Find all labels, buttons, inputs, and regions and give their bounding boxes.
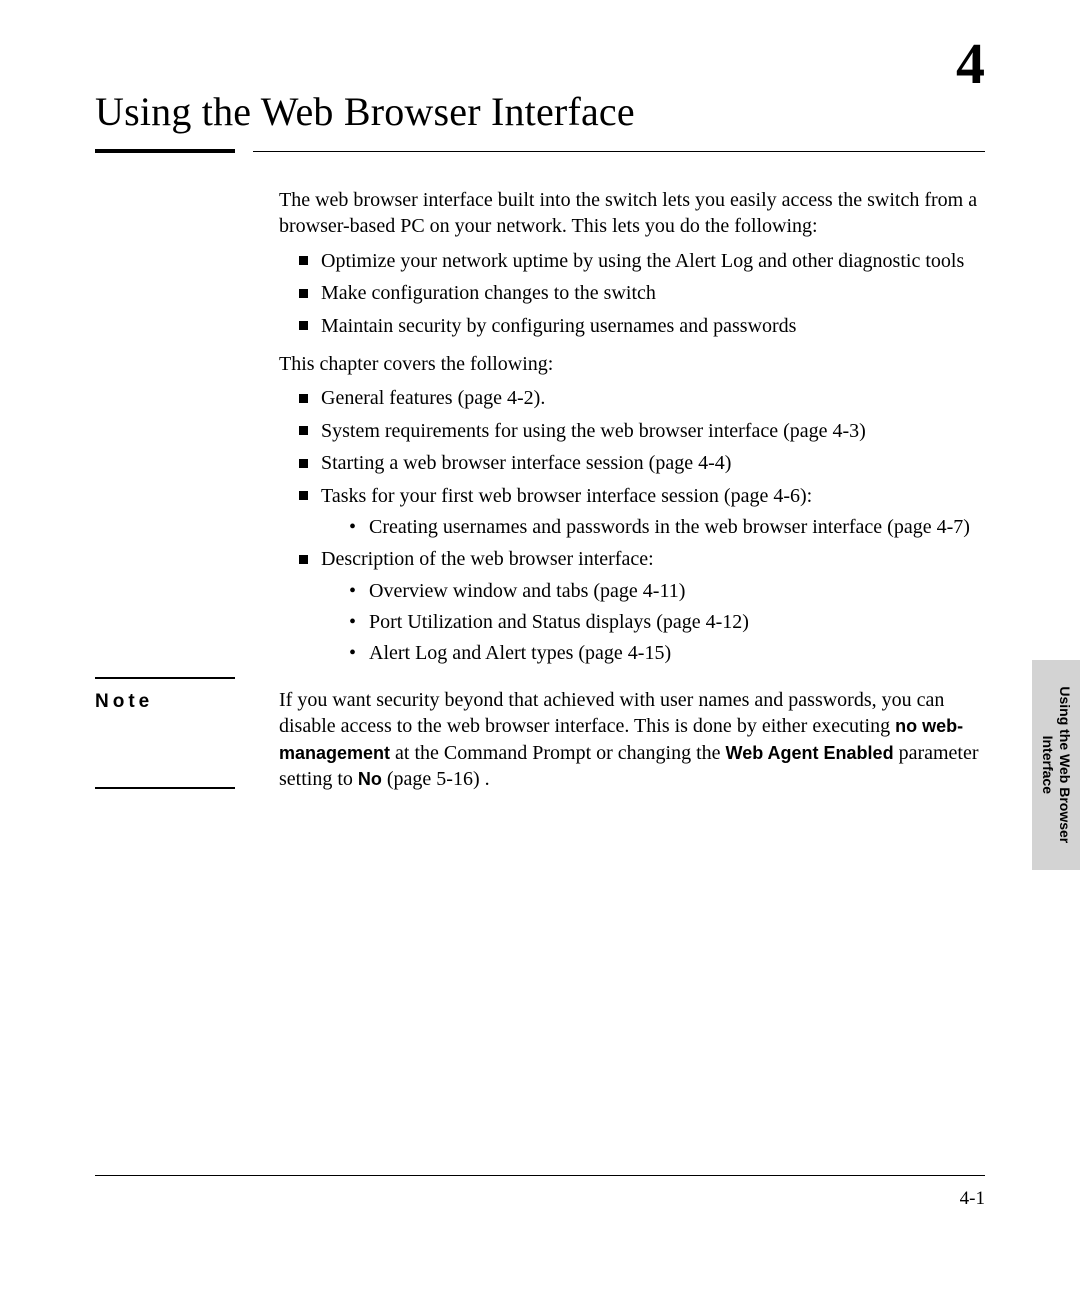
- list-item: Port Utilization and Status displays (pa…: [349, 609, 985, 635]
- list-item: System requirements for using the web br…: [299, 418, 985, 444]
- title-rules: [95, 149, 985, 153]
- list-item: Optimize your network uptime by using th…: [299, 248, 985, 274]
- list-item: Make configuration changes to the switch: [299, 280, 985, 306]
- note-command: No: [358, 769, 382, 789]
- list-item: General features (page 4-2).: [299, 385, 985, 411]
- intro-paragraph: The web browser interface built into the…: [279, 187, 985, 240]
- list-item: Tasks for your first web browser interfa…: [299, 483, 985, 541]
- list-item-text: Description of the web browser interface…: [321, 548, 654, 570]
- side-tab-label: Using the Web Browser Interface: [1039, 687, 1073, 844]
- side-tab-line: Interface: [1040, 736, 1056, 794]
- rule-thin: [253, 151, 985, 152]
- list-item-text: Tasks for your first web browser interfa…: [321, 485, 812, 507]
- list-item: Maintain security by configuring usernam…: [299, 313, 985, 339]
- intro-bullet-list: Optimize your network uptime by using th…: [279, 248, 985, 339]
- note-text: If you want security beyond that achieve…: [279, 687, 985, 793]
- page: 4 Using the Web Browser Interface The we…: [0, 0, 1080, 1296]
- list-item: Starting a web browser interface session…: [299, 450, 985, 476]
- chapter-number: 4: [956, 30, 985, 97]
- list-item: Creating usernames and passwords in the …: [349, 514, 985, 540]
- page-number: 4-1: [960, 1188, 985, 1210]
- subtopics-tasks: Creating usernames and passwords in the …: [321, 514, 985, 540]
- note-rule-top: [95, 677, 235, 679]
- side-tab-line: Using the Web Browser: [1057, 687, 1073, 844]
- note-seg: (page 5-16) .: [382, 768, 490, 790]
- note-seg: If you want security beyond that achieve…: [279, 689, 944, 737]
- topics-list: General features (page 4-2). System requ…: [279, 385, 985, 667]
- list-item: Overview window and tabs (page 4-11): [349, 578, 985, 604]
- body-column: The web browser interface built into the…: [279, 187, 985, 792]
- page-title: Using the Web Browser Interface: [95, 88, 985, 135]
- note-block: Note If you want security beyond that ac…: [279, 687, 985, 793]
- note-rule-bottom: [95, 787, 235, 789]
- note-command: Web Agent Enabled: [726, 743, 894, 763]
- subtopics-description: Overview window and tabs (page 4-11) Por…: [321, 578, 985, 667]
- footer-rule: [95, 1175, 985, 1176]
- list-item: Description of the web browser interface…: [299, 546, 985, 667]
- list-item: Alert Log and Alert types (page 4-15): [349, 640, 985, 666]
- covers-paragraph: This chapter covers the following:: [279, 351, 985, 377]
- note-seg: at the Command Prompt or changing the: [390, 742, 726, 764]
- rule-thick: [95, 149, 235, 153]
- side-tab: Using the Web Browser Interface: [1032, 660, 1080, 870]
- note-label: Note: [95, 689, 153, 714]
